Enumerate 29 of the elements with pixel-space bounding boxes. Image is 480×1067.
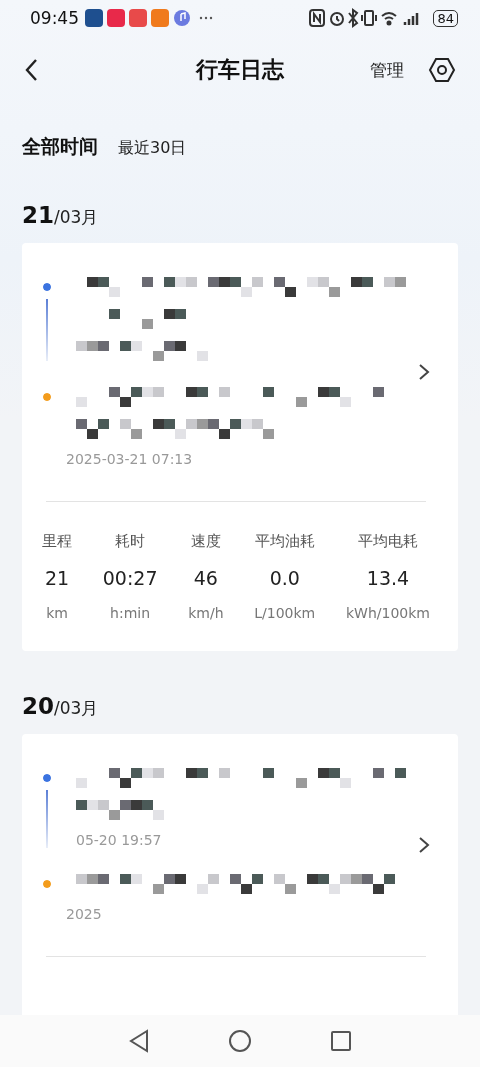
date-day: 21 xyxy=(22,202,54,228)
stat-unit: kWh/100km xyxy=(345,605,430,621)
stat-value: 21 xyxy=(44,567,70,589)
end-time: 2025 xyxy=(66,906,103,922)
stat-label: 速度 xyxy=(190,532,221,551)
battery-level: 84 xyxy=(433,9,458,27)
stat-label: 耗时 xyxy=(115,532,146,551)
stat-value: 0.0 xyxy=(269,567,300,589)
filter-tab[interactable]: 最近30日 xyxy=(118,138,187,159)
stat-unit: L/100km xyxy=(254,605,316,621)
stat-label: 平均电耗 xyxy=(357,532,418,551)
stat-value: 00:27 xyxy=(102,567,158,589)
date-day: 20 xyxy=(22,693,54,719)
stat-label: 平均油耗 xyxy=(254,532,315,551)
stat-unit: h:min xyxy=(110,605,151,621)
stat-value: 46 xyxy=(193,567,218,589)
start-time: 05-20 19:57 xyxy=(76,832,163,848)
manage-button[interactable]: 管理 xyxy=(368,56,406,84)
end-time: 2025-03-21 07:13 xyxy=(66,451,194,467)
stat-label: 里程 xyxy=(42,532,72,551)
status-time: 09:45 xyxy=(30,8,79,28)
stat-unit: km xyxy=(46,605,68,621)
page-title: 行车日志 xyxy=(196,57,284,82)
date-month: /03月 xyxy=(54,207,99,229)
stat-unit: km/h xyxy=(188,605,224,621)
date-month: /03月 xyxy=(54,698,99,720)
stat-value: 13.4 xyxy=(366,567,410,589)
trip-card[interactable]: 2025-03-21 07:13 里程 21 km 耗时 00:27 h:min 速度 46 km/h 平均油耗 0.0 L/100km 平均电耗 13.4 kWh/100km xyxy=(22,243,458,651)
filter-tab[interactable]: 全部时间 xyxy=(22,134,98,160)
